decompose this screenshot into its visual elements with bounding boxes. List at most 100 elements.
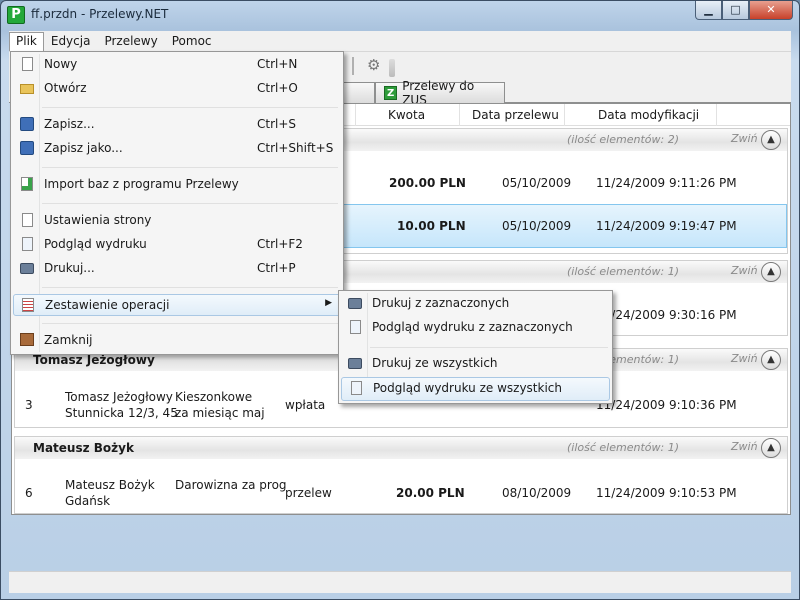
index-cell: 3 — [25, 398, 33, 412]
recipient-address: Stunnicka 12/3, 45 — [65, 406, 178, 420]
print-preview-icon — [347, 320, 363, 336]
modified-cell: 11/24/2009 9:30:16 PM — [596, 308, 737, 322]
type-cell: wpłata — [285, 398, 326, 412]
collapse-label: Zwiń — [731, 440, 758, 453]
exit-icon — [19, 333, 35, 349]
modified-cell: 11/24/2009 9:10:36 PM — [596, 398, 737, 412]
submenu-item-podglad-z-zaznaczonych[interactable]: Podgląd wydruku z zaznaczonych — [341, 317, 610, 341]
report-submenu: Drukuj z zaznaczonych Podgląd wydruku z … — [338, 290, 613, 404]
transfer-title-line2: za miesiąc maj — [175, 406, 265, 420]
menu-item-zapisz[interactable]: Zapisz... Ctrl+S — [13, 114, 341, 136]
menu-item-shortcut: Ctrl+O — [257, 81, 298, 95]
menu-item-label: Podgląd wydruku — [44, 237, 147, 251]
menu-item-shortcut: Ctrl+S — [257, 117, 297, 131]
printer-icon — [19, 261, 35, 277]
open-folder-icon — [19, 81, 35, 97]
menu-separator — [42, 203, 338, 204]
status-bar — [9, 571, 791, 593]
menu-item-label: Drukuj... — [44, 261, 95, 275]
amount-cell: 200.00 PLN — [389, 176, 466, 190]
menu-item-label: Zapisz jako... — [44, 141, 123, 155]
group-count: (ilość elementów: 1) — [567, 441, 679, 454]
menu-item-zestawienie-operacji[interactable]: Zestawienie operacji ▶ — [13, 294, 341, 316]
menu-item-label: Zestawienie operacji — [45, 298, 170, 312]
menu-item-zamknij[interactable]: Zamknij — [13, 330, 341, 352]
menu-item-otworz[interactable]: Otwórz Ctrl+O — [13, 78, 341, 100]
menu-separator — [42, 167, 338, 168]
menu-pomoc[interactable]: Pomoc — [165, 32, 219, 50]
recipient-name: Tomasz Jeżogłowy — [65, 390, 173, 404]
tab-przelewy-do-zus[interactable]: Z Przelewy do ZUS — [375, 79, 505, 107]
menu-item-label: Nowy — [44, 57, 78, 71]
toolbar-separator — [352, 57, 354, 75]
transfer-title: Kieszonkowe — [175, 390, 253, 404]
modified-cell: 11/24/2009 9:19:47 PM — [596, 219, 737, 233]
menu-item-ustawienia-strony[interactable]: Ustawienia strony — [13, 210, 341, 232]
group-header: Mateusz Bożyk (ilość elementów: 1) Zwiń … — [15, 437, 787, 459]
type-cell: przelew — [285, 486, 332, 500]
group-count: (ilość elementów: 2) — [567, 133, 679, 146]
minimize-button[interactable]: ▁ — [695, 1, 722, 20]
recipient-name: Mateusz Bożyk — [65, 478, 155, 492]
recipient-address: Gdańsk — [65, 494, 111, 508]
menu-item-nowy[interactable]: Nowy Ctrl+N — [13, 54, 341, 76]
group-4: Mateusz Bożyk (ilość elementów: 1) Zwiń … — [14, 436, 788, 514]
menu-item-drukuj[interactable]: Drukuj... Ctrl+P — [13, 258, 341, 280]
menu-item-podglad-wydruku[interactable]: Podgląd wydruku Ctrl+F2 — [13, 234, 341, 256]
print-preview-icon — [19, 237, 35, 253]
maximize-button[interactable]: □ — [722, 1, 749, 20]
title-bar[interactable]: P ff.przdn - Przelewy.NET ▁ □ ✕ — [1, 1, 799, 29]
window-title: ff.przdn - Przelewy.NET — [31, 7, 169, 21]
new-document-icon — [19, 57, 35, 73]
menu-item-shortcut: Ctrl+P — [257, 261, 296, 275]
menu-item-label: Drukuj ze wszystkich — [372, 356, 498, 370]
submenu-item-podglad-ze-wszystkich[interactable]: Podgląd wydruku ze wszystkich — [341, 377, 610, 401]
submenu-item-drukuj-ze-wszystkich[interactable]: Drukuj ze wszystkich — [341, 353, 610, 377]
collapse-label: Zwiń — [731, 132, 758, 145]
table-row[interactable]: 6 Mateusz Bożyk Gdańsk Darowizna za prog… — [15, 463, 787, 511]
date-cell: 08/10/2009 — [502, 486, 572, 500]
collapse-button[interactable]: ▲ — [761, 130, 781, 150]
menu-item-shortcut: Ctrl+F2 — [257, 237, 303, 251]
column-divider — [564, 104, 565, 126]
menu-item-label: Otwórz — [44, 81, 87, 95]
date-cell: 05/10/2009 — [502, 176, 572, 190]
menu-item-import[interactable]: Import baz z programu Przelewy — [13, 174, 341, 196]
menu-item-shortcut: Ctrl+Shift+S — [257, 141, 334, 155]
menu-separator — [42, 107, 338, 108]
save-icon — [19, 117, 35, 133]
printer-icon — [347, 296, 363, 312]
collapse-label: Zwiń — [731, 352, 758, 365]
menu-item-label: Drukuj z zaznaczonych — [372, 296, 510, 310]
column-divider — [716, 104, 717, 126]
menu-item-zapisz-jako[interactable]: Zapisz jako... Ctrl+Shift+S — [13, 138, 341, 160]
column-header-data-przelewu[interactable]: Data przelewu — [472, 108, 559, 122]
close-button[interactable]: ✕ — [749, 1, 793, 20]
group-name: Tomasz Jeżogłowy — [33, 353, 155, 367]
report-icon — [20, 298, 36, 314]
collapse-button[interactable]: ▲ — [761, 350, 781, 370]
column-divider — [355, 104, 356, 126]
column-header-kwota[interactable]: Kwota — [388, 108, 425, 122]
menu-item-label: Zapisz... — [44, 117, 95, 131]
group-count: (ilość elementów: 1) — [567, 265, 679, 278]
menu-plik[interactable]: Plik — [9, 31, 44, 51]
menu-item-shortcut: Ctrl+N — [257, 57, 298, 71]
date-cell: 05/10/2009 — [502, 219, 572, 233]
gear-icon[interactable]: ⚙ — [367, 56, 380, 74]
menu-item-label: Podgląd wydruku ze wszystkich — [373, 381, 562, 395]
printer-icon — [347, 356, 363, 372]
column-header-data-modyfikacji[interactable]: Data modyfikacji — [598, 108, 699, 122]
menu-bar: Plik Edycja Przelewy Pomoc — [9, 31, 791, 52]
menu-separator — [42, 323, 338, 324]
transfer-title: Darowizna za prog — [175, 478, 287, 492]
toolbar-overflow-button[interactable] — [389, 59, 395, 77]
collapse-button[interactable]: ▲ — [761, 262, 781, 282]
app-logo-icon: P — [7, 6, 25, 24]
save-as-icon — [19, 141, 35, 157]
submenu-item-drukuj-z-zaznaczonych[interactable]: Drukuj z zaznaczonych — [341, 293, 610, 317]
menu-przelewy[interactable]: Przelewy — [97, 32, 164, 50]
menu-edycja[interactable]: Edycja — [44, 32, 98, 50]
collapse-button[interactable]: ▲ — [761, 438, 781, 458]
zus-icon: Z — [384, 86, 398, 100]
